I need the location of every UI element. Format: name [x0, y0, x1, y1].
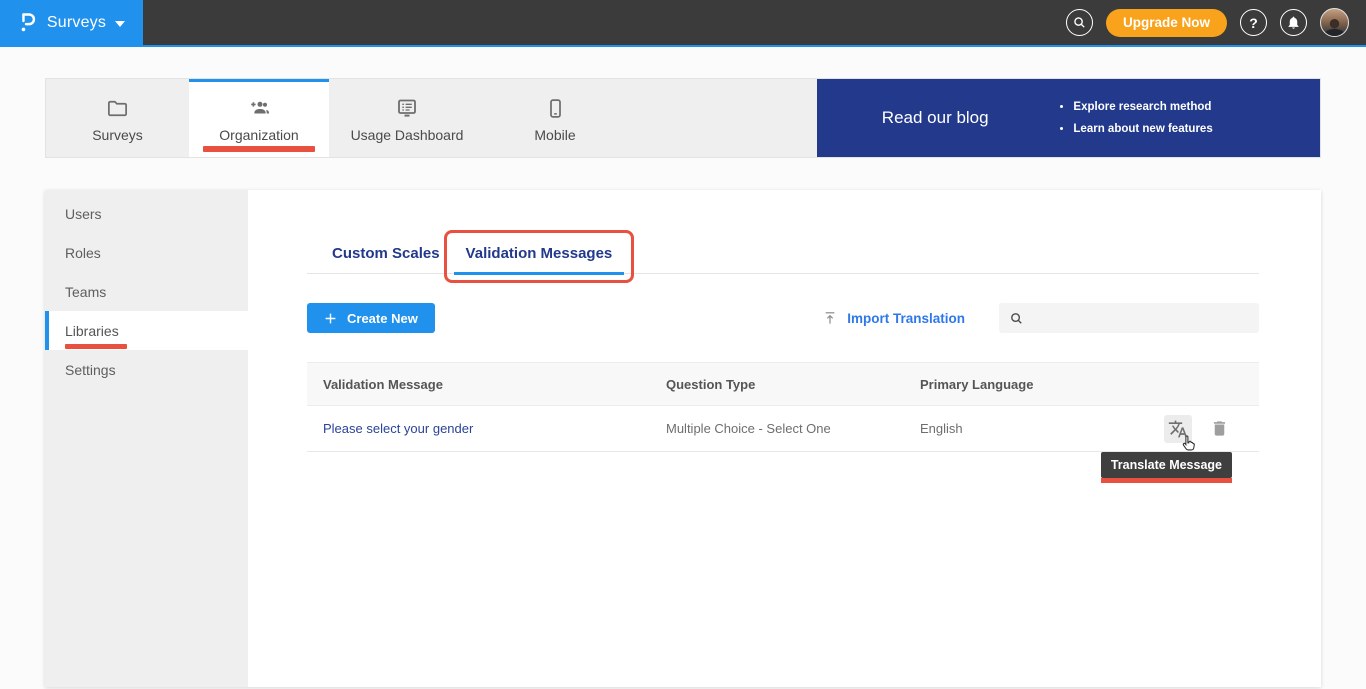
search-input[interactable]: [1032, 311, 1249, 326]
table-header-row: Validation Message Question Type Primary…: [307, 362, 1259, 406]
translate-icon: [1168, 419, 1188, 439]
row-actions: Translate Message: [1120, 406, 1259, 451]
upgrade-now-button[interactable]: Upgrade Now: [1106, 9, 1227, 37]
promo-bullet: Explore research method: [1073, 96, 1212, 118]
group-add-icon: [247, 96, 271, 120]
blog-promo-banner[interactable]: Read our blog Explore research method Le…: [817, 79, 1320, 157]
annotation-underline-tooltip: [1101, 478, 1232, 483]
tab-surveys[interactable]: Surveys: [46, 79, 189, 157]
question-type-cell: Multiple Choice - Select One: [666, 421, 920, 436]
search-button[interactable]: [1066, 9, 1093, 36]
upload-icon: [822, 310, 838, 326]
primary-language-cell: English: [920, 421, 1120, 436]
table-row: Please select your gender Multiple Choic…: [307, 406, 1259, 452]
trash-icon: [1210, 419, 1229, 438]
validation-message-link[interactable]: Please select your gender: [323, 421, 473, 436]
translate-message-button[interactable]: [1164, 415, 1192, 443]
tab-validation-messages[interactable]: Validation Messages: [453, 234, 626, 273]
tab-label: Organization: [219, 127, 298, 143]
tab-label: Usage Dashboard: [351, 127, 464, 143]
delete-button[interactable]: [1210, 419, 1229, 438]
toolbar-right: Import Translation: [822, 303, 1259, 333]
chevron-down-icon: [115, 21, 125, 27]
tab-organization[interactable]: Organization: [189, 79, 329, 157]
column-header-validation-message: Validation Message: [307, 377, 666, 392]
sidebar-item-libraries[interactable]: Libraries: [45, 311, 248, 350]
tab-usage-dashboard[interactable]: Usage Dashboard: [329, 79, 485, 157]
sidebar-item-users[interactable]: Users: [45, 194, 248, 233]
annotation-underline-libraries: [65, 344, 127, 349]
sidebar-item-roles[interactable]: Roles: [45, 233, 248, 272]
promo-title: Read our blog: [817, 108, 1053, 128]
tab-custom-scales[interactable]: Custom Scales: [319, 234, 453, 273]
annotation-underline-organization: [203, 146, 315, 152]
table-search[interactable]: [999, 303, 1259, 333]
search-icon: [1072, 15, 1087, 30]
module-tabs: Surveys Organization: [46, 79, 625, 157]
column-header-question-type: Question Type: [666, 377, 920, 392]
column-header-actions: [1120, 363, 1259, 405]
settings-sidebar: Users Roles Teams Libraries Settings: [45, 190, 248, 687]
product-switcher-label: Surveys: [47, 14, 106, 32]
topbar: Surveys Upgrade Now ?: [0, 0, 1366, 47]
bell-icon: [1286, 15, 1301, 30]
libraries-panel: Custom Scales Validation Messages Create…: [248, 190, 1321, 687]
mobile-phone-icon: [544, 97, 567, 120]
dashboard-monitor-icon: [395, 96, 419, 120]
tab-label: Mobile: [534, 127, 575, 143]
sidebar-item-settings[interactable]: Settings: [45, 350, 248, 389]
search-icon: [1009, 311, 1024, 326]
promo-bullet-list: Explore research method Learn about new …: [1053, 96, 1212, 141]
notifications-button[interactable]: [1280, 9, 1307, 36]
column-header-primary-language: Primary Language: [920, 377, 1120, 392]
import-translation-link[interactable]: Import Translation: [822, 310, 965, 326]
plus-icon: [324, 312, 337, 325]
product-switcher[interactable]: Surveys: [0, 0, 143, 45]
toolbar: Create New Import Translation: [307, 303, 1259, 333]
topbar-actions: Upgrade Now ?: [1066, 0, 1366, 45]
promo-bullet: Learn about new features: [1073, 118, 1212, 140]
help-button[interactable]: ?: [1240, 9, 1267, 36]
create-new-button[interactable]: Create New: [307, 303, 435, 333]
sidebar-item-teams[interactable]: Teams: [45, 272, 248, 311]
main-card: Users Roles Teams Libraries Settings Cus…: [45, 190, 1321, 687]
validation-messages-table: Validation Message Question Type Primary…: [307, 362, 1259, 452]
tooltip-label: Translate Message: [1101, 452, 1232, 478]
module-nav: Surveys Organization: [45, 78, 1321, 158]
folder-icon: [106, 97, 129, 120]
translate-tooltip: Translate Message: [1101, 452, 1232, 483]
tab-mobile[interactable]: Mobile: [485, 79, 625, 157]
questionpro-logo-icon: [18, 11, 38, 34]
tab-label: Surveys: [92, 127, 143, 143]
library-tabs: Custom Scales Validation Messages: [307, 234, 1259, 274]
avatar[interactable]: [1320, 8, 1349, 37]
